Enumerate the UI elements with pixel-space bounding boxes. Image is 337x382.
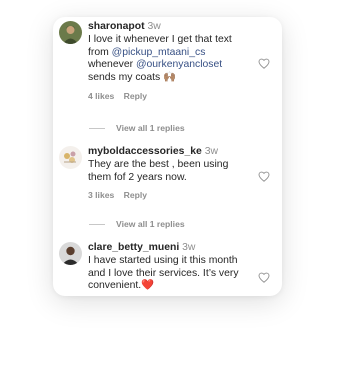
- mention-link[interactable]: @ourkenyancloset: [136, 59, 222, 70]
- comment-body: clare_betty_mueni 3w I have started usin…: [88, 242, 248, 293]
- avatar[interactable]: [59, 21, 82, 44]
- view-replies-link[interactable]: View all 1 replies: [89, 219, 185, 229]
- comment-time: 3w: [204, 146, 218, 157]
- view-replies-label: View all 1 replies: [116, 123, 185, 133]
- heart-outline-icon[interactable]: [258, 272, 270, 283]
- heart-outline-icon[interactable]: [258, 58, 270, 69]
- comment-username[interactable]: myboldaccessories_ke: [88, 146, 202, 157]
- comment-username[interactable]: sharonapot: [88, 21, 145, 32]
- comment-body: sharonapot 3w I love it whenever I get t…: [88, 21, 248, 103]
- comment-text: whenever: [88, 59, 136, 71]
- view-replies-link[interactable]: View all 1 replies: [89, 123, 185, 133]
- comment-text: sends my coats 🙌🏽: [88, 72, 177, 84]
- comment-text: I have started using it this month and I…: [88, 254, 239, 292]
- comment-username[interactable]: clare_betty_mueni: [88, 242, 179, 253]
- likes-count[interactable]: 3 likes: [88, 190, 114, 200]
- view-replies-label: View all 1 replies: [116, 219, 185, 229]
- avatar[interactable]: [59, 242, 82, 265]
- likes-count[interactable]: 4 likes: [88, 91, 114, 101]
- comment-body: myboldaccessories_ke 3w They are the bes…: [88, 146, 248, 202]
- avatar[interactable]: [59, 146, 82, 169]
- comment-text: They are the best , been using them fof …: [88, 158, 229, 183]
- divider-line: [89, 223, 105, 225]
- comments-card: sharonapot 3w I love it whenever I get t…: [53, 17, 282, 296]
- heart-outline-icon[interactable]: [258, 171, 270, 182]
- reply-button[interactable]: Reply: [124, 91, 147, 101]
- comment-time: 3w: [182, 242, 196, 253]
- mention-link[interactable]: @pickup_mtaani_cs: [112, 47, 206, 58]
- reply-button[interactable]: Reply: [124, 190, 147, 200]
- comment-time: 3w: [147, 21, 161, 32]
- divider-line: [89, 127, 105, 129]
- comment-meta: 3 likes Reply: [88, 189, 248, 202]
- comment-meta: 4 likes Reply: [88, 90, 248, 103]
